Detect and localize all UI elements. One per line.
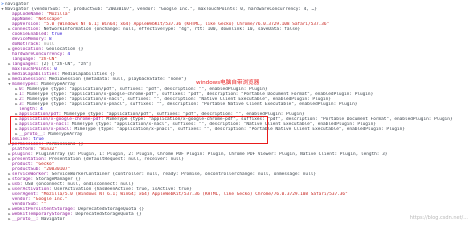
mimetypes-highlight-box (10, 116, 268, 144)
console-line[interactable]: ▶__proto__: Navigator (0, 217, 474, 223)
annotation-label: windows电脑自带浏览器 (196, 80, 260, 86)
devtools-console: >navigator ▼Navigator {vendorSub: "", pro… (0, 0, 474, 225)
property-value: Navigator (41, 216, 65, 222)
property-key: __proto__: (12, 216, 42, 222)
watermark: https://blog.csdn.net/... (409, 215, 468, 222)
